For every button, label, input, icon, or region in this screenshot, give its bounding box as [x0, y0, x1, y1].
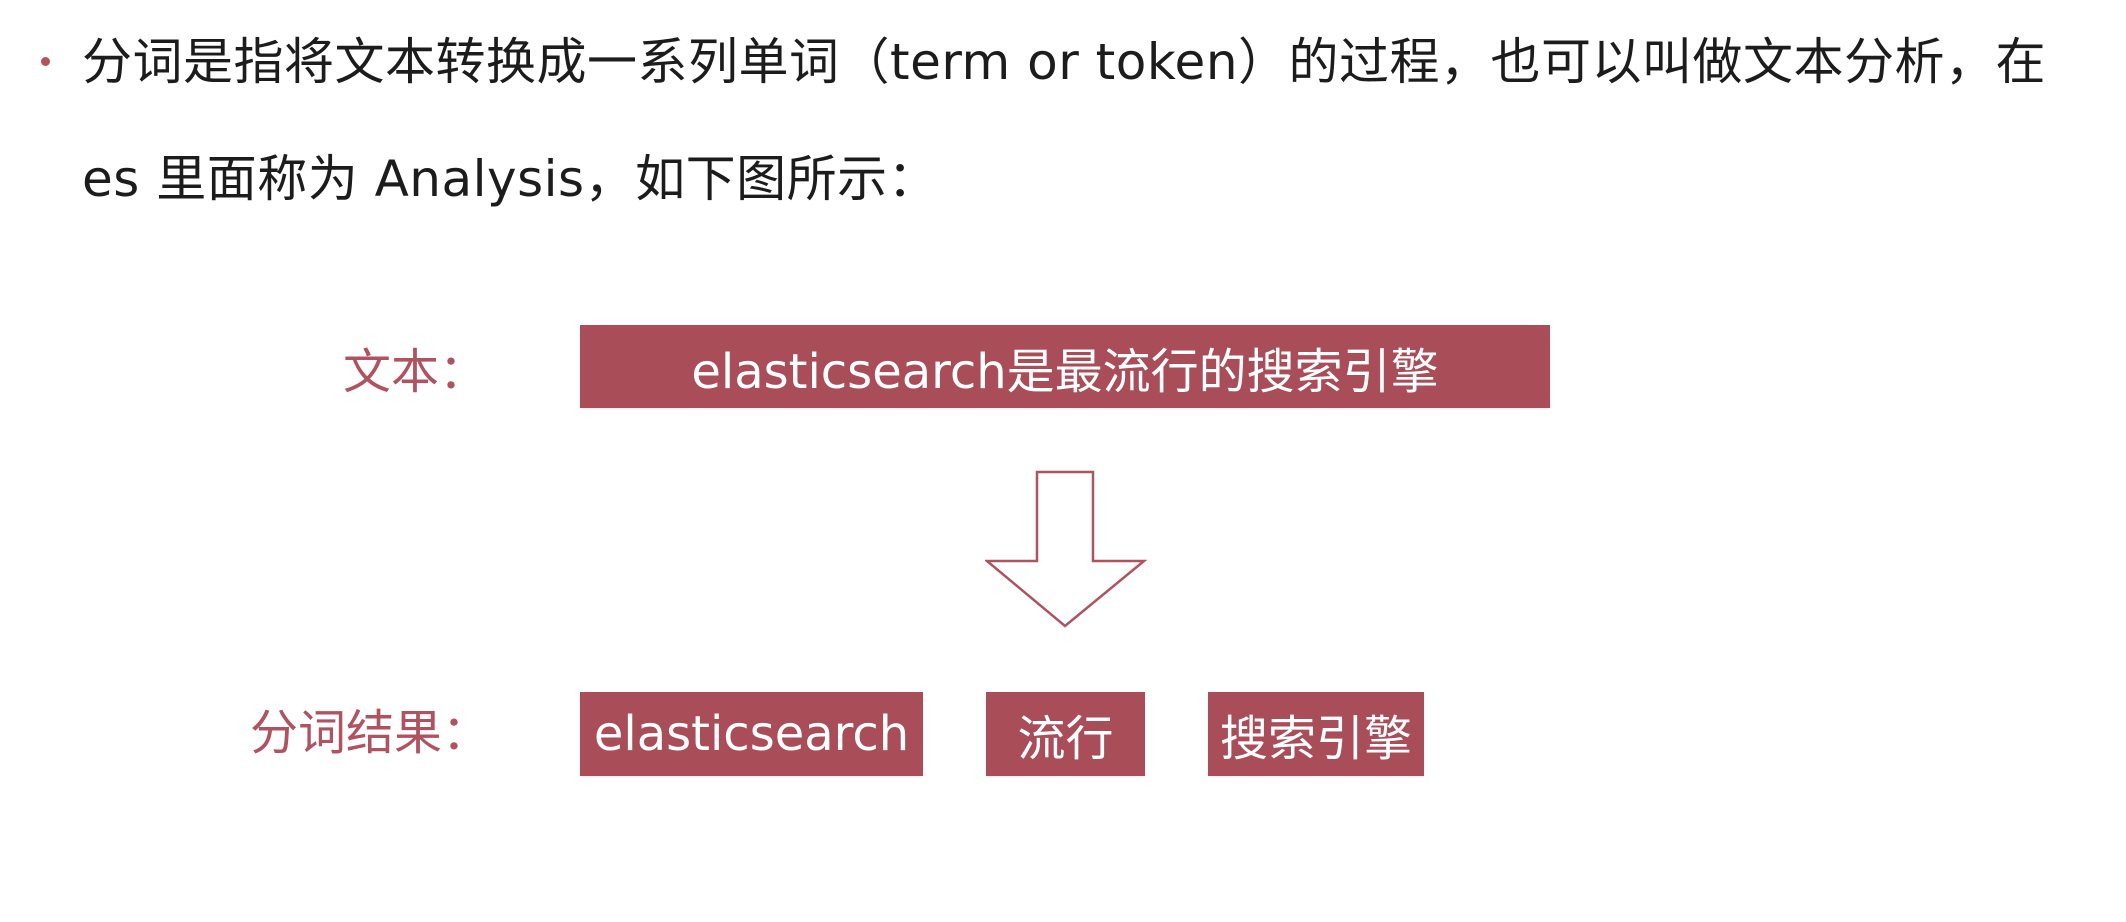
token-text: 搜索引擎 [1219, 711, 1412, 767]
token-text: elasticsearch [593, 706, 910, 762]
source-text: elasticsearch是最流行的搜索引擎 [691, 343, 1439, 400]
source-text-box: elasticsearch是最流行的搜索引擎 [580, 325, 1550, 408]
result-label: 分词结果： [250, 705, 491, 761]
token-text: 流行 [1017, 711, 1114, 767]
paragraph-line-1: 分词是指将文本转换成一系列单词（term or token）的过程，也可以叫做文… [82, 33, 2047, 91]
bullet-dot [41, 57, 50, 66]
token-box-liuxing: 流行 [986, 692, 1145, 776]
down-arrow-icon [985, 470, 1147, 628]
text-label: 文本： [343, 344, 488, 400]
token-box-search-engine: 搜索引擎 [1208, 692, 1424, 776]
paragraph-line-2: es 里面称为 Analysis，如下图所示： [82, 150, 939, 208]
token-box-elasticsearch: elasticsearch [580, 692, 923, 776]
